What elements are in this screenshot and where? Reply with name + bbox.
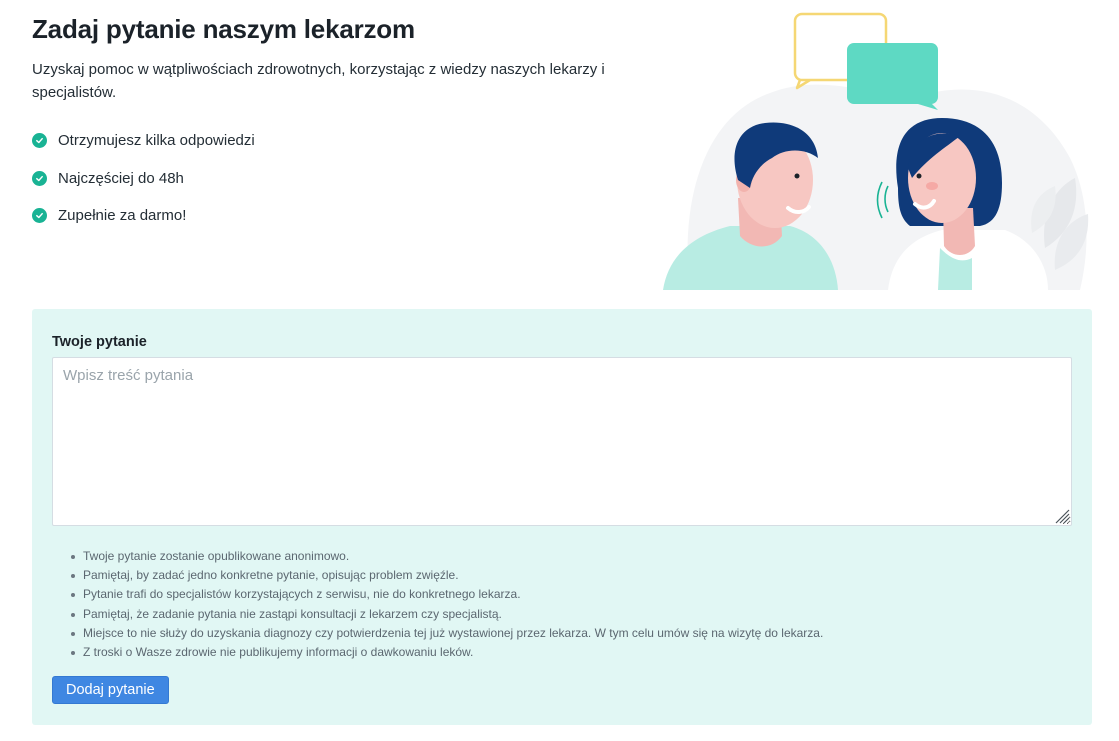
benefit-label: Zupełnie za darmo!: [58, 207, 187, 225]
page-title: Zadaj pytanie naszym lekarzom: [32, 14, 415, 44]
question-label: Twoje pytanie: [52, 334, 147, 350]
check-circle-icon: [32, 170, 47, 186]
tip-item: Twoje pytanie zostanie opublikowane anon…: [70, 547, 823, 566]
submit-question-button[interactable]: Dodaj pytanie: [52, 676, 169, 704]
tip-item: Pamiętaj, że zadanie pytania nie zastąpi…: [70, 605, 823, 624]
tip-item: Miejsce to nie służy do uzyskania diagno…: [70, 624, 823, 643]
tip-item: Pamiętaj, by zadać jedno konkretne pytan…: [70, 566, 823, 585]
tip-item: Pytanie trafi do specjalistów korzystają…: [70, 585, 823, 604]
page-lead: Uzyskaj pomoc w wątpliwościach zdrowotny…: [32, 61, 605, 101]
check-circle-icon: [32, 208, 47, 224]
question-form: Twoje pytanie Twoje pytanie zostanie opu…: [32, 309, 1092, 725]
benefit-label: Najczęściej do 48h: [58, 169, 184, 187]
benefit-item: Zupełnie za darmo!: [32, 197, 255, 235]
benefits-list: Otrzymujesz kilka odpowiedzi Najczęściej…: [32, 122, 255, 235]
question-tips-list: Twoje pytanie zostanie opublikowane anon…: [70, 547, 823, 662]
benefit-item: Najczęściej do 48h: [32, 160, 255, 198]
benefit-item: Otrzymujesz kilka odpowiedzi: [32, 122, 255, 160]
check-circle-icon: [32, 133, 47, 149]
benefit-label: Otrzymujesz kilka odpowiedzi: [58, 132, 255, 150]
hero-section: Zadaj pytanie naszym lekarzom Uzyskaj po…: [0, 0, 1119, 290]
question-textarea[interactable]: [52, 357, 1072, 526]
tip-item: Z troski o Wasze zdrowie nie publikujemy…: [70, 643, 823, 662]
doctors-conversation-illustration: [663, 12, 1089, 290]
